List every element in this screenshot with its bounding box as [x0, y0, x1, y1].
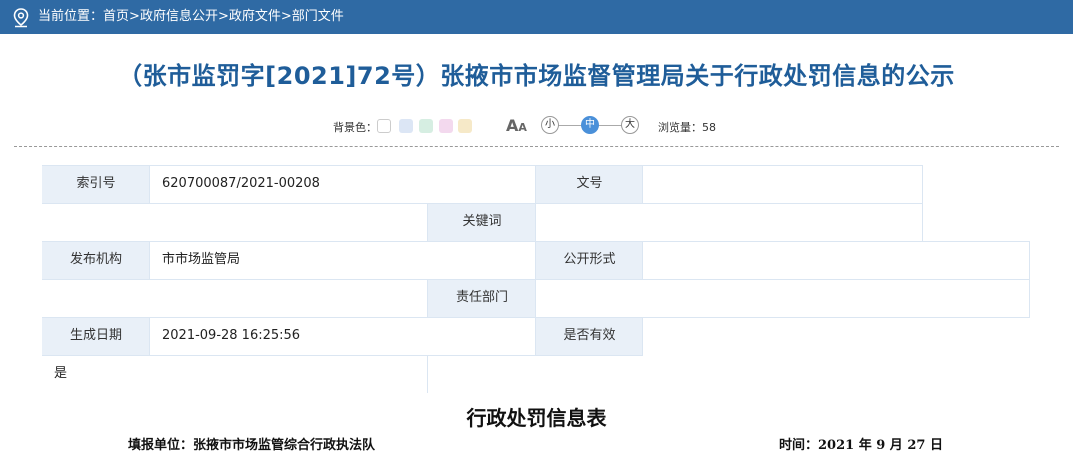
valid-value: 是 — [42, 355, 428, 393]
dept-value — [536, 279, 1030, 317]
keyword-empty — [42, 203, 428, 241]
page-title: （张市监罚字[2021]72号）张掖市市场监督管理局关于行政处罚信息的公示 — [118, 62, 955, 90]
breadcrumb-gov-info[interactable]: 政府信息公开 — [140, 9, 218, 24]
valid-label: 是否有效 — [536, 317, 643, 355]
grid-line — [427, 355, 428, 393]
location-bar: 当前位置：首页>政府信息公开>政府文件>部门文件 — [0, 0, 1073, 34]
date-label: 生成日期 — [42, 317, 150, 355]
location-pin-icon — [13, 8, 29, 28]
date-value: 2021-09-28 16:25:56 — [150, 317, 536, 355]
breadcrumb-prefix: 当前位置： — [38, 9, 104, 24]
breadcrumb-separator: > — [217, 9, 229, 24]
breadcrumb-home[interactable]: 首页 — [103, 9, 129, 24]
grid-line — [42, 203, 923, 204]
grid-line — [149, 241, 150, 279]
background-color-label: 背景色： — [333, 121, 377, 134]
index-value: 620700087/2021-00208 — [150, 165, 536, 203]
keyword-value — [536, 203, 923, 241]
grid-line — [42, 279, 1030, 280]
bg-swatch-white[interactable] — [377, 119, 391, 133]
reporting-unit: 填报单位：张掖市市场监管综合行政执法队 — [128, 438, 376, 453]
grid-line — [1029, 241, 1030, 317]
bg-swatch-pink[interactable] — [439, 119, 453, 133]
view-count: 浏览量：58 — [658, 121, 716, 134]
divider — [14, 146, 1059, 147]
breadcrumb: 当前位置：首页>政府信息公开>政府文件>部门文件 — [38, 0, 344, 34]
grid-line — [642, 165, 643, 203]
docno-label: 文号 — [536, 165, 643, 203]
bg-swatch-green[interactable] — [419, 119, 433, 133]
breadcrumb-separator: > — [280, 9, 292, 24]
font-size-medium-button[interactable]: 中 — [581, 116, 599, 134]
grid-line — [42, 355, 643, 356]
form-value — [643, 241, 1030, 279]
breadcrumb-gov-docs[interactable]: 政府文件 — [229, 9, 281, 24]
grid-line — [427, 279, 428, 317]
font-size-large-button[interactable]: 大 — [621, 116, 639, 134]
breadcrumb-dept-docs[interactable]: 部门文件 — [292, 9, 344, 24]
dept-empty — [42, 279, 428, 317]
index-label: 索引号 — [42, 165, 150, 203]
font-size-icon: AA — [506, 116, 527, 135]
document-heading: 行政处罚信息表 — [466, 406, 607, 430]
report-date: 时间：2021 年 9 月 27 日 — [779, 438, 943, 453]
publisher-label: 发布机构 — [42, 241, 150, 279]
grid-line — [149, 317, 150, 355]
publisher-value: 市市场监管局 — [150, 241, 536, 279]
grid-line — [42, 241, 1030, 242]
grid-line — [642, 241, 643, 279]
dept-label: 责任部门 — [428, 279, 536, 317]
grid-line — [42, 317, 1030, 318]
font-size-small-button[interactable]: 小 — [541, 116, 559, 134]
bg-swatch-blue[interactable] — [399, 119, 413, 133]
docno-value — [643, 165, 923, 203]
grid-line — [427, 203, 428, 241]
grid-line — [42, 165, 923, 166]
form-label: 公开形式 — [536, 241, 643, 279]
keyword-label: 关键词 — [428, 203, 536, 241]
breadcrumb-separator: > — [129, 9, 140, 24]
grid-line — [149, 165, 150, 203]
grid-line — [535, 165, 536, 355]
grid-line — [922, 165, 923, 241]
grid-line — [642, 317, 643, 355]
bg-swatch-yellow[interactable] — [458, 119, 472, 133]
